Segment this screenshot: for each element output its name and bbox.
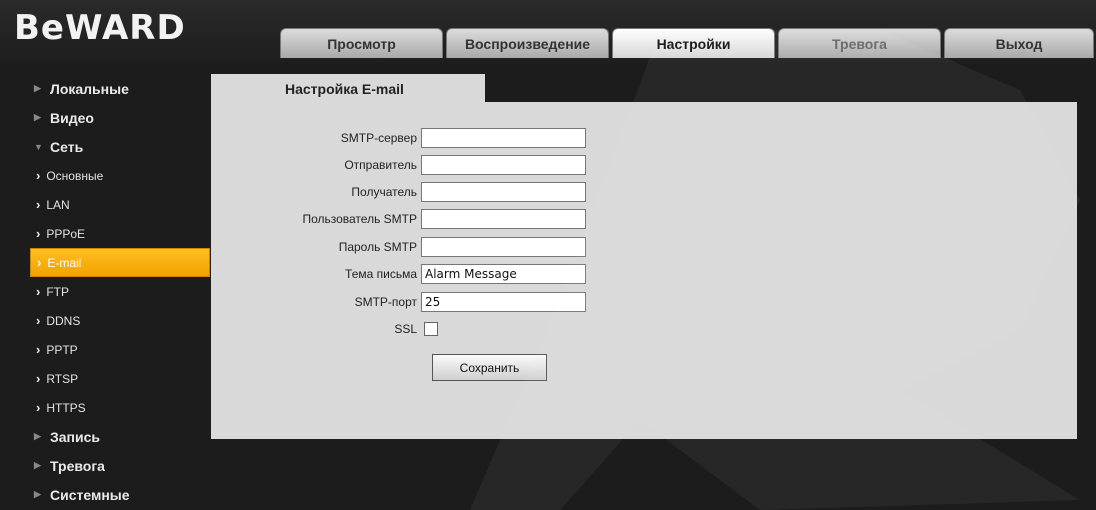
triangle-right-icon: ▶ [34,431,41,441]
smtp-user-input[interactable] [421,209,586,229]
chevron-right-icon: › [36,313,41,328]
sidebar-item-label: Локальные [50,80,129,97]
smtp-port-label: SMTP-порт [354,295,417,309]
tab-view[interactable]: Просмотр [280,28,443,58]
chevron-right-icon: › [36,342,41,357]
sidebar-item-alarm[interactable]: ▶ Тревога [30,451,210,480]
smtp-server-row: SMTP-сервер [211,128,586,148]
smtp-port-row: SMTP-порт [211,292,586,312]
subitem-label: LAN [46,197,70,212]
smtp-port-input[interactable] [421,292,586,312]
sidebar-item-network[interactable]: ▼ Сеть [30,132,210,161]
ssl-checkbox[interactable] [424,322,438,336]
sidebar-item-local[interactable]: ▶ Локальные [30,74,210,103]
smtp-server-input[interactable] [421,128,586,148]
sender-row: Отправитель [211,155,586,175]
chevron-right-icon: › [37,255,42,270]
sidebar-subitem-email[interactable]: › E-mail [30,248,210,277]
recipient-input[interactable] [421,182,586,202]
subitem-label: Основные [46,168,104,183]
content-tab-title: Настройка E-mail [211,74,485,103]
triangle-right-icon: ▶ [34,112,41,122]
triangle-down-icon: ▼ [34,141,43,152]
main-tabs: Просмотр Воспроизведение Настройки Трево… [280,28,1094,58]
sidebar: ▶ Локальные ▶ Видео ▼ Сеть › Основные › … [30,74,210,509]
chevron-right-icon: › [36,400,41,415]
sidebar-subitem-ddns[interactable]: › DDNS [30,306,210,335]
sidebar-subitem-pptp[interactable]: › PPTP [30,335,210,364]
subject-label: Тема письма [345,267,417,281]
sidebar-item-label: Сеть [50,138,84,155]
subitem-label: HTTPS [46,400,86,415]
smtp-user-row: Пользователь SMTP [211,209,586,229]
chevron-right-icon: › [36,284,41,299]
subject-row: Тема письма [211,264,586,284]
sidebar-item-label: Системные [50,486,130,503]
sidebar-subitem-rtsp[interactable]: › RTSP [30,364,210,393]
email-settings-panel: SMTP-сервер Отправитель Получатель Польз… [211,102,1077,439]
save-button[interactable]: Сохранить [432,354,547,381]
ssl-row: SSL [211,319,438,339]
sidebar-subitem-https[interactable]: › HTTPS [30,393,210,422]
sidebar-item-label: Тревога [50,457,105,474]
tab-settings[interactable]: Настройки [612,28,775,58]
ssl-label: SSL [394,322,417,336]
sidebar-subitem-pppoe[interactable]: › PPPoE [30,219,210,248]
subitem-label: DDNS [46,313,81,328]
subitem-label: PPPoE [46,226,86,241]
subitem-label: PPTP [46,342,78,357]
sidebar-item-label: Видео [50,109,94,126]
sidebar-item-label: Запись [50,428,101,445]
subitem-label: FTP [46,284,70,299]
subject-input[interactable] [421,264,586,284]
sender-label: Отправитель [344,158,417,172]
recipient-label: Получатель [351,185,417,199]
sidebar-item-record[interactable]: ▶ Запись [30,422,210,451]
top-bar: BeWARD Просмотр Воспроизведение Настройк… [0,0,1096,63]
beward-logo: BeWARD [14,8,186,48]
subitem-label: E-mail [47,255,82,270]
chevron-right-icon: › [36,371,41,386]
tab-playback[interactable]: Воспроизведение [446,28,609,58]
sender-input[interactable] [421,155,586,175]
sidebar-item-system[interactable]: ▶ Системные [30,480,210,509]
chevron-right-icon: › [36,197,41,212]
chevron-right-icon: › [36,226,41,241]
sidebar-subitem-ftp[interactable]: › FTP [30,277,210,306]
smtp-password-label: Пароль SMTP [338,240,417,254]
smtp-server-label: SMTP-сервер [340,131,417,145]
smtp-user-label: Пользователь SMTP [302,212,417,226]
triangle-right-icon: ▶ [34,83,41,93]
tab-exit[interactable]: Выход [944,28,1094,58]
chevron-right-icon: › [36,168,41,183]
sidebar-subitem-basic[interactable]: › Основные [30,161,210,190]
sidebar-subitem-lan[interactable]: › LAN [30,190,210,219]
subitem-label: RTSP [46,371,79,386]
smtp-password-row: Пароль SMTP [211,237,586,257]
triangle-right-icon: ▶ [34,460,41,470]
smtp-password-input[interactable] [421,237,586,257]
tab-alarm[interactable]: Тревога [778,28,941,58]
triangle-right-icon: ▶ [34,489,41,499]
recipient-row: Получатель [211,182,586,202]
sidebar-item-video[interactable]: ▶ Видео [30,103,210,132]
